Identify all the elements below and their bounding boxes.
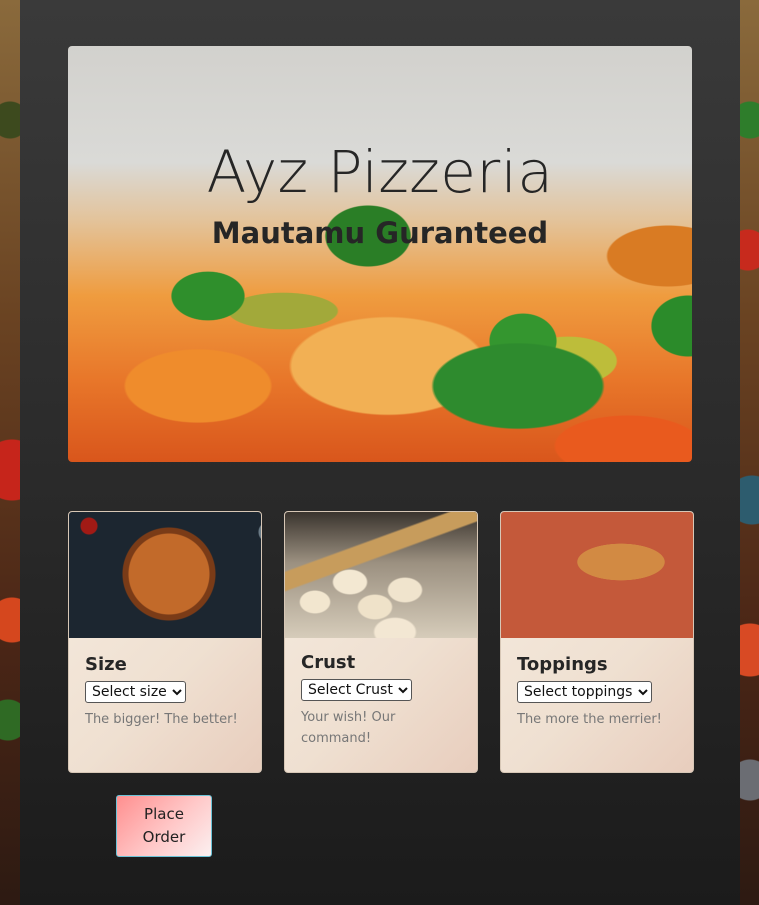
size-card-text: The bigger! The better!	[85, 712, 238, 727]
crust-card-title: Crust	[301, 652, 356, 673]
toppings-select[interactable]: Select toppings	[517, 681, 652, 703]
crust-card: Crust Select Crust Your wish! Our comman…	[284, 511, 478, 773]
size-select[interactable]: Select size	[85, 681, 186, 703]
place-order-button[interactable]: Place Order	[116, 795, 212, 857]
size-card-image	[69, 512, 261, 638]
hero-subtitle: Mautamu Guranteed	[211, 216, 549, 250]
toppings-card-title: Toppings	[517, 654, 608, 675]
crust-select[interactable]: Select Crust	[301, 679, 412, 701]
size-card-title: Size	[85, 654, 127, 675]
page-container: Ayz Pizzeria Mautamu Guranteed Size Sele…	[20, 0, 740, 905]
size-card: Size Select size The bigger! The better!	[68, 511, 262, 773]
toppings-card-text: The more the merrier!	[517, 712, 662, 727]
hero-title: Ayz Pizzeria	[206, 138, 554, 206]
hero-banner: Ayz Pizzeria Mautamu Guranteed	[68, 46, 692, 462]
toppings-card: Toppings Select toppings The more the me…	[500, 511, 694, 773]
crust-card-image	[285, 512, 477, 638]
toppings-card-image	[501, 512, 693, 638]
crust-card-text: Your wish! Our command!	[301, 710, 396, 746]
